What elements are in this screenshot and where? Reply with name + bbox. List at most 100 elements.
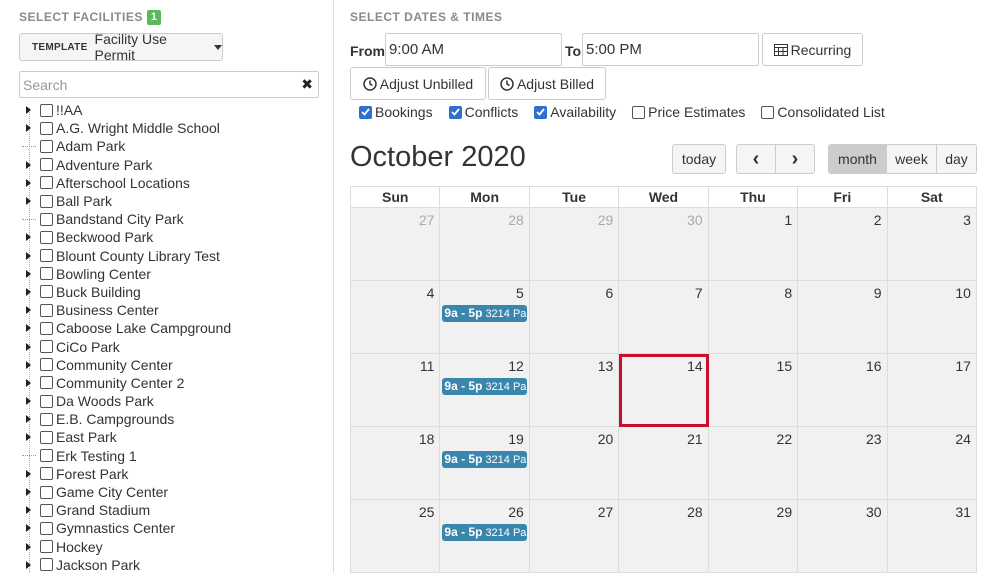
day-number[interactable]: 15 — [777, 358, 793, 374]
recurring-button[interactable]: Recurring — [762, 33, 863, 66]
facility-checkbox[interactable] — [40, 485, 53, 499]
view-week-button[interactable]: week — [886, 144, 937, 174]
calendar-day-cell[interactable]: 3 — [887, 208, 977, 281]
facility-checkbox[interactable] — [40, 340, 53, 354]
expand-triangle-icon[interactable] — [22, 301, 34, 319]
facility-tree-item[interactable]: Business Center — [22, 301, 334, 319]
day-number[interactable]: 2 — [874, 212, 882, 228]
facility-tree-item[interactable]: Caboose Lake Campground — [22, 319, 334, 337]
facility-tree-item[interactable]: Beckwood Park — [22, 228, 334, 246]
facility-tree-item[interactable]: Hockey — [22, 538, 334, 556]
checkbox-empty-icon[interactable] — [632, 105, 646, 119]
calendar-day-cell[interactable]: 2 — [798, 208, 888, 281]
calendar-day-cell[interactable]: 25 — [351, 500, 441, 573]
expand-triangle-icon[interactable] — [22, 228, 34, 246]
day-number[interactable]: 31 — [955, 504, 971, 520]
calendar-event[interactable]: 9a - 5p 3214 Pa — [442, 378, 527, 395]
day-number[interactable]: 22 — [777, 431, 793, 447]
day-number[interactable]: 26 — [508, 504, 524, 520]
filter-checkbox-consolidated-list[interactable]: Consolidated List — [761, 104, 885, 120]
day-number[interactable]: 8 — [784, 285, 792, 301]
to-time-input[interactable]: 5:00 PM — [582, 33, 759, 66]
facility-search-input[interactable] — [20, 72, 300, 97]
expand-triangle-icon[interactable] — [22, 538, 34, 556]
expand-triangle-icon[interactable] — [22, 119, 34, 137]
day-number[interactable]: 21 — [687, 431, 703, 447]
facility-checkbox[interactable] — [40, 121, 53, 135]
template-dropdown[interactable]: TEMPLATE Facility Use Permit — [19, 31, 223, 63]
expand-triangle-icon[interactable] — [22, 392, 34, 410]
expand-triangle-icon[interactable] — [22, 519, 34, 537]
calendar-day-cell[interactable]: 18 — [351, 427, 441, 500]
filter-checkbox-price-estimates[interactable]: Price Estimates — [632, 104, 745, 120]
day-number[interactable]: 12 — [508, 358, 524, 374]
facility-tree-item[interactable]: CiCo Park — [22, 337, 334, 355]
day-number[interactable]: 9 — [874, 285, 882, 301]
facility-checkbox[interactable] — [40, 139, 53, 153]
calendar-event[interactable]: 9a - 5p 3214 Pa — [442, 451, 527, 468]
facility-checkbox[interactable] — [40, 285, 53, 299]
facility-tree-item[interactable]: Buck Building — [22, 283, 334, 301]
today-button[interactable]: today — [672, 144, 726, 174]
day-number[interactable]: 13 — [598, 358, 614, 374]
expand-triangle-icon[interactable] — [22, 428, 34, 446]
facility-checkbox[interactable] — [40, 521, 53, 535]
expand-triangle-icon[interactable] — [22, 556, 34, 574]
checkbox-empty-icon[interactable] — [761, 105, 775, 119]
day-number[interactable]: 17 — [955, 358, 971, 374]
calendar-day-cell[interactable]: 24 — [887, 427, 977, 500]
facility-tree-item[interactable]: East Park — [22, 428, 334, 446]
day-number[interactable]: 5 — [516, 285, 524, 301]
day-number[interactable]: 28 — [508, 212, 524, 228]
adjust-billed-button[interactable]: Adjust Billed — [488, 67, 606, 100]
facility-tree-item[interactable]: Bowling Center — [22, 265, 334, 283]
prev-month-button[interactable]: ‹ — [736, 144, 776, 174]
calendar-day-cell-selected[interactable]: 14 — [619, 354, 709, 427]
calendar-day-cell[interactable]: 10 — [887, 281, 977, 354]
expand-triangle-icon[interactable] — [22, 338, 34, 356]
facility-checkbox[interactable] — [40, 230, 53, 244]
expand-triangle-icon[interactable] — [22, 410, 34, 428]
facility-checkbox[interactable] — [40, 321, 53, 335]
expand-triangle-icon[interactable] — [22, 356, 34, 374]
day-number[interactable]: 28 — [687, 504, 703, 520]
next-month-button[interactable]: › — [775, 144, 815, 174]
calendar-day-cell[interactable]: 12 9a - 5p 3214 Pa — [440, 354, 530, 427]
facility-tree-item[interactable]: !!AA — [22, 101, 334, 119]
clear-search-icon[interactable]: ✖ — [301, 76, 313, 93]
facility-checkbox[interactable] — [40, 249, 53, 263]
calendar-day-cell[interactable]: 22 — [708, 427, 799, 500]
day-number[interactable]: 24 — [955, 431, 971, 447]
day-number[interactable]: 3 — [963, 212, 971, 228]
day-number[interactable]: 7 — [695, 285, 703, 301]
facility-checkbox[interactable] — [40, 412, 53, 426]
facility-tree-item[interactable]: Bandstand City Park — [22, 210, 334, 228]
calendar-day-cell[interactable]: 13 — [529, 354, 620, 427]
calendar-day-cell[interactable]: 19 9a - 5p 3214 Pa — [440, 427, 530, 500]
calendar-day-cell[interactable]: 23 — [798, 427, 888, 500]
facility-tree-item[interactable]: Blount County Library Test — [22, 247, 334, 265]
facility-checkbox[interactable] — [40, 358, 53, 372]
day-number[interactable]: 16 — [866, 358, 882, 374]
facility-tree-item[interactable]: Ball Park — [22, 192, 334, 210]
calendar-day-cell[interactable]: 6 — [529, 281, 620, 354]
expand-triangle-icon[interactable] — [22, 283, 34, 301]
day-number[interactable]: 29 — [598, 212, 614, 228]
calendar-day-cell[interactable]: 27 — [351, 208, 441, 281]
facility-checkbox[interactable] — [40, 558, 53, 572]
calendar-day-cell[interactable]: 26 9a - 5p 3214 Pa — [440, 500, 530, 573]
facility-checkbox[interactable] — [40, 212, 53, 226]
calendar-day-cell[interactable]: 21 — [619, 427, 709, 500]
day-number[interactable]: 1 — [784, 212, 792, 228]
filter-checkbox-conflicts[interactable]: Conflicts — [448, 104, 518, 120]
calendar-day-cell[interactable]: 20 — [529, 427, 620, 500]
day-number[interactable]: 14 — [687, 358, 703, 374]
calendar-day-cell[interactable]: 30 — [619, 208, 709, 281]
expand-triangle-icon[interactable] — [22, 192, 34, 210]
day-number[interactable]: 19 — [508, 431, 524, 447]
facility-checkbox[interactable] — [40, 376, 53, 390]
facility-checkbox[interactable] — [40, 303, 53, 317]
expand-triangle-icon[interactable] — [22, 483, 34, 501]
calendar-day-cell[interactable]: 29 — [529, 208, 620, 281]
calendar-day-cell[interactable]: 28 — [619, 500, 709, 573]
